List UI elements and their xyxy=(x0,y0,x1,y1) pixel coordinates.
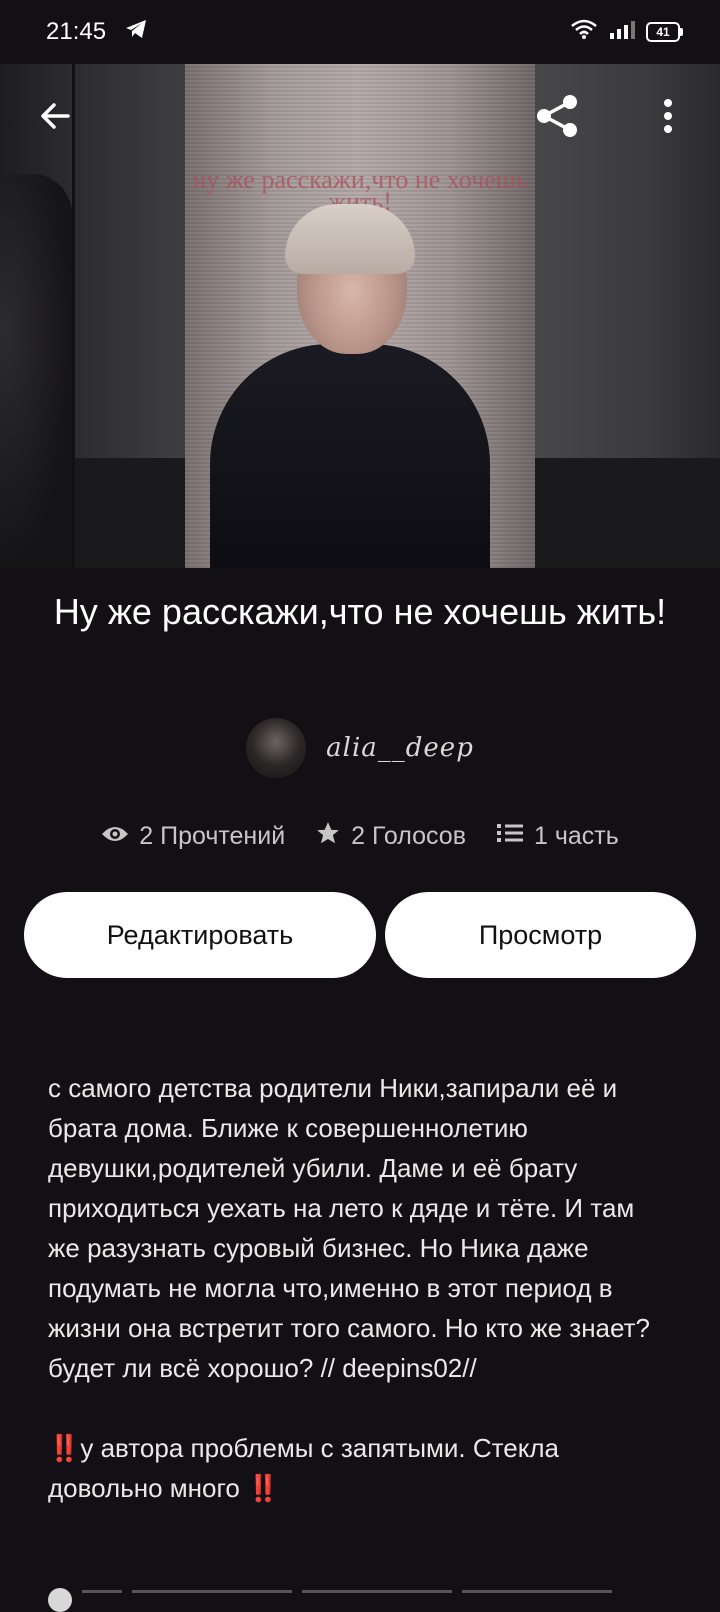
story-description: с самого детства родители Ники,запирали … xyxy=(48,1068,668,1508)
author-row[interactable]: alia__deep xyxy=(0,718,720,778)
description-note: ‼️у автора проблемы с запятыми. Стекла д… xyxy=(48,1428,668,1508)
parts-count: 1 часть xyxy=(533,822,619,850)
status-bar: 21:45 41 xyxy=(0,0,720,64)
wifi-icon xyxy=(570,18,598,47)
cover-person-body xyxy=(210,344,490,568)
tag-icon xyxy=(48,1588,72,1612)
tag-divider xyxy=(462,1590,612,1593)
edit-button[interactable]: Редактировать xyxy=(24,892,376,978)
tag-divider xyxy=(132,1590,292,1593)
description-note-text: у автора проблемы с запятыми. Стекла дов… xyxy=(48,1433,560,1503)
eye-icon xyxy=(101,822,129,851)
story-title: Ну же расскажи,что не хочешь жить! xyxy=(53,591,667,632)
tag-divider xyxy=(82,1590,122,1593)
tags-row-partial xyxy=(48,1588,688,1612)
story-stats: 2 Прочтений 2 Голосов 1 часть xyxy=(0,820,720,853)
preview-button[interactable]: Просмотр xyxy=(385,892,696,978)
author-avatar[interactable] xyxy=(246,718,307,778)
reads-stat: 2 Прочтений xyxy=(101,820,285,853)
reads-count: 2 Прочтений xyxy=(139,822,286,850)
back-button[interactable] xyxy=(28,90,84,146)
description-paragraph: с самого детства родители Ники,запирали … xyxy=(48,1073,650,1383)
book-cover[interactable]: ну же расскажи,что не хочешь жить! xyxy=(185,64,535,568)
more-options-button[interactable] xyxy=(640,90,696,146)
votes-stat: 2 Голосов xyxy=(315,820,466,853)
telegram-icon xyxy=(124,18,148,47)
parts-stat: 1 часть xyxy=(496,820,619,853)
author-name[interactable]: alia__deep xyxy=(326,733,474,763)
double-exclamation-icon: ‼️ xyxy=(247,1473,280,1503)
tag-divider xyxy=(302,1590,452,1593)
battery-level: 41 xyxy=(656,25,670,39)
cover-person-hair xyxy=(285,204,415,274)
status-time: 21:45 xyxy=(46,18,107,45)
previous-cover[interactable] xyxy=(0,174,72,568)
share-icon xyxy=(534,92,582,145)
cover-area: ну же расскажи,что не хочешь жить! xyxy=(0,64,720,568)
battery-icon: 41 xyxy=(646,22,683,42)
signal-icon xyxy=(608,18,636,46)
more-vertical-icon xyxy=(662,98,674,139)
double-exclamation-icon: ‼️ xyxy=(48,1433,81,1463)
list-icon xyxy=(496,822,524,851)
arrow-left-icon xyxy=(38,98,74,139)
star-icon xyxy=(315,820,341,853)
votes-count: 2 Голосов xyxy=(351,822,466,850)
share-button[interactable] xyxy=(530,90,586,146)
